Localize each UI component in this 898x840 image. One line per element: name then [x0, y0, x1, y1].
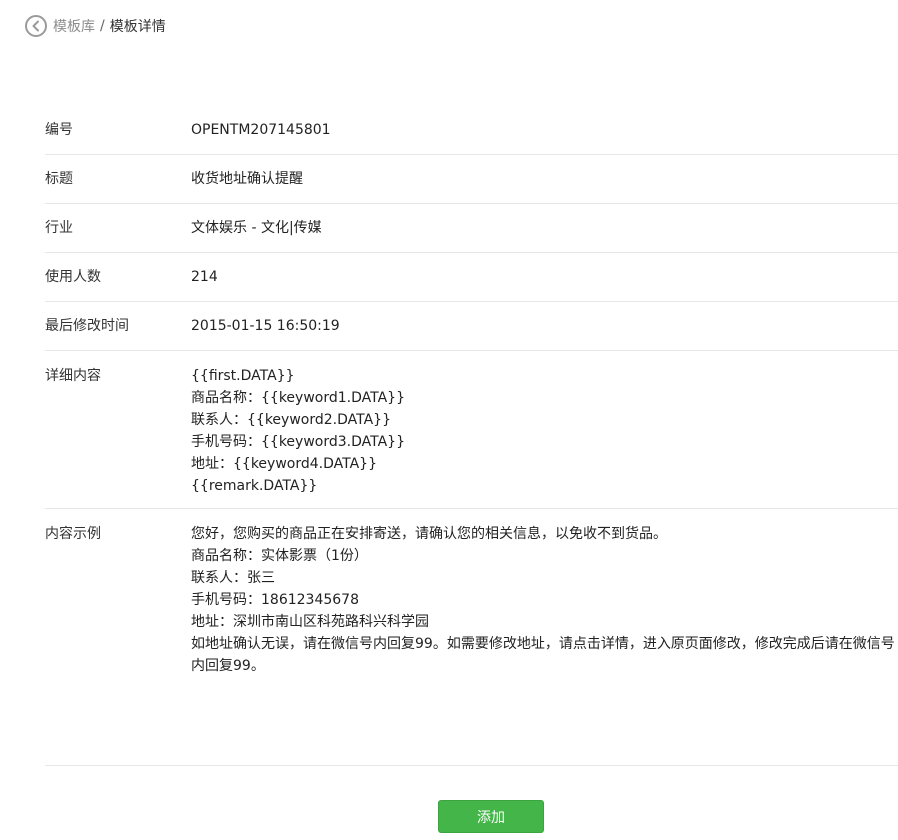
example-content: 您好，您购买的商品正在安排寄送，请确认您的相关信息，以免收不到货品。 商品名称：… — [191, 523, 898, 765]
row-users: 使用人数 214 — [45, 253, 898, 302]
detail-content: {{first.DATA}} 商品名称：{{keyword1.DATA}} 联系… — [191, 365, 898, 508]
back-button[interactable] — [25, 15, 47, 37]
id-value: OPENTM207145801 — [191, 122, 331, 138]
detail-line: 联系人：{{keyword2.DATA}} — [191, 412, 391, 428]
row-modified: 最后修改时间 2015-01-15 16:50:19 — [45, 302, 898, 351]
detail-line: 商品名称：{{keyword1.DATA}} — [191, 390, 405, 406]
breadcrumb-parent-link[interactable]: 模板库 — [53, 16, 95, 36]
example-line: 联系人：张三 — [191, 570, 275, 586]
users-value: 214 — [191, 269, 218, 285]
breadcrumb-current: 模板详情 — [109, 19, 166, 35]
breadcrumb: 模板库 / 模板详情 — [25, 13, 166, 39]
row-id: 编号 OPENTM207145801 — [45, 106, 898, 155]
add-button[interactable]: 添加 — [438, 800, 544, 833]
modified-value: 2015-01-15 16:50:19 — [191, 318, 340, 334]
modified-label: 最后修改时间 — [45, 318, 129, 334]
detail-line: {{first.DATA}} — [191, 368, 295, 384]
template-detail-table: 编号 OPENTM207145801 标题 收货地址确认提醒 行业 文体娱乐 -… — [45, 106, 898, 766]
row-example: 内容示例 您好，您购买的商品正在安排寄送，请确认您的相关信息，以免收不到货品。 … — [45, 509, 898, 766]
chevron-left-icon — [32, 20, 39, 32]
example-line: 商品名称：实体影票（1份） — [191, 548, 368, 564]
title-label: 标题 — [45, 171, 73, 187]
row-title: 标题 收货地址确认提醒 — [45, 155, 898, 204]
row-industry: 行业 文体娱乐 - 文化|传媒 — [45, 204, 898, 253]
example-line: 您好，您购买的商品正在安排寄送，请确认您的相关信息，以免收不到货品。 — [191, 526, 667, 542]
users-label: 使用人数 — [45, 269, 101, 285]
detail-label: 详细内容 — [45, 368, 101, 384]
detail-line: {{remark.DATA}} — [191, 478, 318, 494]
detail-line: 地址：{{keyword4.DATA}} — [191, 456, 377, 472]
title-value: 收货地址确认提醒 — [191, 171, 303, 187]
industry-label: 行业 — [45, 220, 73, 236]
breadcrumb-separator: / — [100, 18, 105, 34]
footer-actions: 添加 — [438, 800, 544, 833]
row-detail: 详细内容 {{first.DATA}} 商品名称：{{keyword1.DATA… — [45, 351, 898, 509]
example-line: 手机号码：18612345678 — [191, 592, 359, 608]
id-label: 编号 — [45, 122, 73, 138]
detail-line: 手机号码：{{keyword3.DATA}} — [191, 434, 405, 450]
template-detail-page: 模板库 / 模板详情 编号 OPENTM207145801 标题 收货地址确认提… — [0, 0, 898, 840]
industry-value: 文体娱乐 - 文化|传媒 — [191, 220, 322, 236]
example-line: 地址：深圳市南山区科苑路科兴科学园 — [191, 614, 429, 630]
example-line: 如地址确认无误，请在微信号内回复99。如需要修改地址，请点击详情，进入原页面修改… — [191, 636, 895, 674]
example-label: 内容示例 — [45, 526, 101, 542]
